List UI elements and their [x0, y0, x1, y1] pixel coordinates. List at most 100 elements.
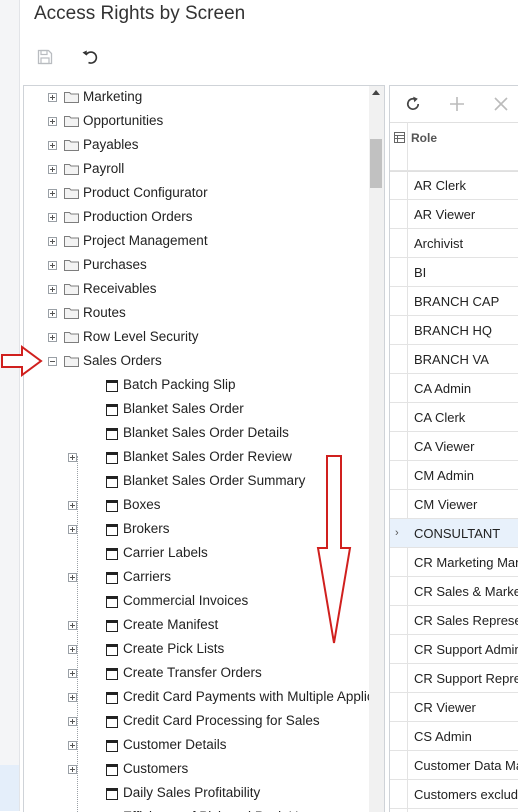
- grid-row[interactable]: CR Viewer: [390, 693, 518, 722]
- tree-screen-item[interactable]: Batch Packing Slip: [24, 374, 369, 398]
- grid-row[interactable]: CM Admin: [390, 461, 518, 490]
- tree-screen-item[interactable]: Blanket Sales Order Details: [24, 422, 369, 446]
- tree-item-label: Batch Packing Slip: [123, 377, 236, 392]
- tree-folder-item[interactable]: Opportunities: [24, 110, 369, 134]
- tree-screen-item[interactable]: Boxes: [24, 494, 369, 518]
- grid-row[interactable]: CA Admin: [390, 374, 518, 403]
- tree-screen-item[interactable]: Create Manifest: [24, 614, 369, 638]
- expand-icon[interactable]: [68, 693, 77, 702]
- grid-row[interactable]: Customers excluded: [390, 780, 518, 809]
- scroll-thumb[interactable]: [370, 139, 382, 188]
- grid-row[interactable]: AR Clerk: [390, 171, 518, 200]
- folder-icon: [64, 92, 79, 103]
- tree-folder-item[interactable]: Payroll: [24, 158, 369, 182]
- expand-icon[interactable]: [48, 213, 57, 222]
- grid-row[interactable]: AR Viewer: [390, 200, 518, 229]
- expand-icon[interactable]: [48, 309, 57, 318]
- tree-screen-item[interactable]: Create Transfer Orders: [24, 662, 369, 686]
- grid-row[interactable]: BRANCH CAP: [390, 287, 518, 316]
- expand-icon[interactable]: [68, 573, 77, 582]
- role-cell: CR Sales & Marketing: [414, 584, 518, 599]
- expand-icon[interactable]: [68, 717, 77, 726]
- tree-screen-item[interactable]: Commercial Invoices: [24, 590, 369, 614]
- folder-icon: [64, 356, 79, 367]
- grid-row[interactable]: Customer Data Manager: [390, 751, 518, 780]
- expand-icon[interactable]: [48, 165, 57, 174]
- tree-screen-item[interactable]: Daily Sales Profitability: [24, 782, 369, 806]
- expand-icon[interactable]: [68, 525, 77, 534]
- tree-screen-item[interactable]: Customer Details: [24, 734, 369, 758]
- tree-folder-item[interactable]: Project Management: [24, 230, 369, 254]
- tree-folder-item[interactable]: Marketing: [24, 86, 369, 110]
- grid-row[interactable]: CR Marketing Manager: [390, 548, 518, 577]
- expand-icon[interactable]: [48, 237, 57, 246]
- role-cell: AR Clerk: [414, 178, 467, 193]
- tree-folder-item[interactable]: Product Configurator: [24, 182, 369, 206]
- grid-row[interactable]: CA Clerk: [390, 403, 518, 432]
- grid-row[interactable]: BRANCH VA: [390, 345, 518, 374]
- tree-screen-item[interactable]: Blanket Sales Order: [24, 398, 369, 422]
- expand-icon[interactable]: [48, 189, 57, 198]
- tree-screen-item[interactable]: Carrier Labels: [24, 542, 369, 566]
- tree-screen-item[interactable]: Blanket Sales Order Review: [24, 446, 369, 470]
- delete-icon[interactable]: [493, 96, 509, 112]
- expand-icon[interactable]: [68, 765, 77, 774]
- refresh-icon[interactable]: [404, 95, 422, 113]
- tree-scrollbar[interactable]: [369, 86, 384, 812]
- tree-item-label: Blanket Sales Order: [123, 401, 244, 416]
- grid-row[interactable]: CR Support Admin: [390, 635, 518, 664]
- screen-icon: [106, 668, 118, 680]
- screen-icon: [106, 740, 118, 752]
- tree-folder-item[interactable]: Purchases: [24, 254, 369, 278]
- expand-icon[interactable]: [48, 117, 57, 126]
- expand-icon[interactable]: [68, 501, 77, 510]
- role-cell: CR Sales Representative: [414, 613, 518, 628]
- grid-row[interactable]: CM Viewer: [390, 490, 518, 519]
- tree-item-label: Customer Details: [123, 737, 227, 752]
- tree-folder-item[interactable]: Sales Orders: [24, 350, 369, 374]
- tree-folder-item[interactable]: Routes: [24, 302, 369, 326]
- tree-screen-item[interactable]: Brokers: [24, 518, 369, 542]
- tree-item-label: Credit Card Payments with Multiple Appli…: [123, 689, 369, 704]
- tree-screen-item[interactable]: Create Pick Lists: [24, 638, 369, 662]
- undo-button[interactable]: [80, 47, 100, 67]
- add-icon[interactable]: [448, 95, 466, 113]
- grid-row[interactable]: › CONSULTANT: [390, 519, 518, 548]
- expand-icon[interactable]: [68, 669, 77, 678]
- grid-row[interactable]: CR Sales & Marketing: [390, 577, 518, 606]
- grid-row[interactable]: BI: [390, 258, 518, 287]
- collapse-icon[interactable]: [48, 357, 57, 366]
- expand-icon[interactable]: [68, 453, 77, 462]
- grid-row[interactable]: BRANCH HQ: [390, 316, 518, 345]
- expand-icon[interactable]: [48, 333, 57, 342]
- role-cell: BI: [414, 265, 427, 280]
- tree-screen-item[interactable]: Blanket Sales Order Summary: [24, 470, 369, 494]
- tree-screen-item[interactable]: Efficiency of Pick and Pack Users: [24, 806, 369, 812]
- expand-icon[interactable]: [48, 261, 57, 270]
- expand-icon[interactable]: [48, 285, 57, 294]
- expand-icon[interactable]: [48, 141, 57, 150]
- tree-screen-item[interactable]: Credit Card Processing for Sales: [24, 710, 369, 734]
- scroll-up-arrow-icon[interactable]: [372, 90, 380, 95]
- folder-icon: [64, 188, 79, 199]
- tree-screen-item[interactable]: Credit Card Payments with Multiple Appli…: [24, 686, 369, 710]
- tree-folder-item[interactable]: Production Orders: [24, 206, 369, 230]
- expand-icon[interactable]: [68, 645, 77, 654]
- expand-icon[interactable]: [68, 621, 77, 630]
- tree-folder-item[interactable]: Receivables: [24, 278, 369, 302]
- grid-row[interactable]: [390, 142, 518, 171]
- save-button[interactable]: [36, 48, 56, 68]
- grid-row[interactable]: CR Support Representative: [390, 664, 518, 693]
- grid-row[interactable]: CR Sales Representative: [390, 606, 518, 635]
- grid-row[interactable]: CA Viewer: [390, 432, 518, 461]
- tree-screen-item[interactable]: Customers: [24, 758, 369, 782]
- expand-icon[interactable]: [48, 93, 57, 102]
- grid-row[interactable]: CS Admin: [390, 722, 518, 751]
- grid-row[interactable]: Archivist: [390, 229, 518, 258]
- screen-tree: Marketing Opportunities Payables Payroll Pro…: [24, 86, 369, 812]
- tree-item-label: Marketing: [83, 89, 143, 104]
- tree-folder-item[interactable]: Row Level Security: [24, 326, 369, 350]
- tree-folder-item[interactable]: Payables: [24, 134, 369, 158]
- tree-screen-item[interactable]: Carriers: [24, 566, 369, 590]
- expand-icon[interactable]: [68, 741, 77, 750]
